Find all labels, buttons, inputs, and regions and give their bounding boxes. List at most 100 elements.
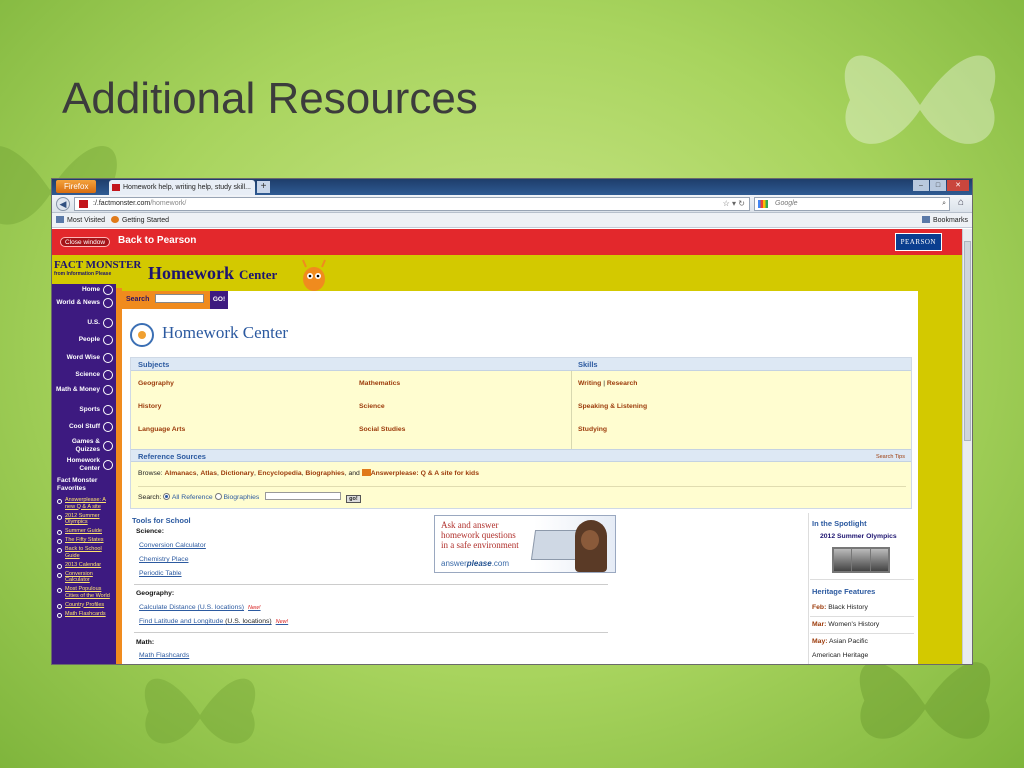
bookmarks-menu[interactable]: Bookmarks — [918, 213, 968, 228]
skill-link-writing[interactable]: Writing — [578, 380, 601, 387]
nav-home[interactable]: Home — [54, 284, 114, 295]
nav-us[interactable]: U.S. — [54, 317, 114, 328]
bookmark-most-visited[interactable]: Most Visited — [67, 217, 105, 224]
tool-link[interactable]: Periodic Table — [139, 570, 182, 577]
fact-monster-logo[interactable]: FACT MONSTER from Information Please — [54, 259, 141, 277]
search-icon[interactable]: ⌕ — [942, 198, 946, 210]
heritage-may-cont[interactable]: American Heritage — [812, 652, 868, 659]
new-badge: New! — [275, 619, 289, 625]
scrollbar-thumb[interactable] — [964, 241, 971, 441]
browser-tab[interactable]: Homework help, writing help, study skill… — [109, 180, 255, 195]
search-placeholder: Google — [775, 200, 798, 207]
tool-link[interactable]: Chemistry Place — [139, 556, 188, 563]
main-content: Search GO! Homework Center Subjects Skil… — [122, 291, 918, 664]
nav-word-wise[interactable]: Word Wise — [54, 352, 114, 363]
browser-screenshot: Firefox Homework help, writing help, stu… — [51, 178, 973, 665]
ref-link-biographies[interactable]: Biographies — [305, 470, 344, 477]
pearson-logo[interactable]: PEARSON — [894, 233, 942, 251]
ref-link-almanacs[interactable]: Almanacs — [164, 470, 196, 477]
slide-title: Additional Resources — [62, 74, 478, 123]
reference-go-button[interactable]: go! — [346, 495, 361, 503]
home-icon[interactable]: ⌂ — [954, 197, 968, 210]
heritage-may[interactable]: May: Asian Pacific — [812, 638, 868, 645]
divider — [810, 579, 914, 580]
ad-brand-b: please — [466, 559, 492, 568]
skill-link-speaking-listening[interactable]: Speaking & Listening — [578, 403, 647, 410]
new-tab-button[interactable]: + — [257, 181, 270, 193]
maximize-icon[interactable]: □ — [930, 180, 946, 191]
ref-link-encyclopedia[interactable]: Encyclopedia — [258, 470, 302, 477]
minimize-icon[interactable]: – — [913, 180, 929, 191]
favorite-link[interactable]: Math Flashcards — [56, 611, 114, 617]
olympics-link[interactable]: 2012 Summer Olympics — [820, 533, 897, 540]
tool-link[interactable]: Conversion Calculator — [139, 542, 206, 549]
nav-sports[interactable]: Sports — [54, 404, 114, 415]
logo-subtitle: from Information Please — [54, 271, 112, 277]
back-to-pearson-link[interactable]: Back to Pearson — [118, 235, 196, 246]
navigation-toolbar: ◀ :/.factmonster.com/homework/ ☆ ▾ ↻ Goo… — [52, 195, 972, 213]
ref-link-answerplease[interactable]: Answerplease: Q & A site for kids — [371, 470, 479, 477]
subject-link-mathematics[interactable]: Mathematics — [359, 380, 400, 387]
subject-link-language-arts[interactable]: Language Arts — [138, 426, 185, 433]
month: May: — [812, 638, 828, 645]
olympics-image[interactable] — [832, 547, 890, 573]
favorite-link[interactable]: Most Populous Cities of the World — [56, 586, 114, 599]
skill-link-research[interactable]: Research — [607, 380, 638, 387]
back-arrow-icon[interactable]: ◀ — [56, 197, 70, 211]
site-search-input[interactable] — [155, 294, 204, 303]
star-icon — [103, 317, 113, 328]
tools-heading: Tools for School — [132, 516, 191, 525]
butterfly-decoration-icon — [144, 678, 256, 744]
search-input[interactable]: Google ⌕ — [754, 197, 950, 211]
subject-link-history[interactable]: History — [138, 403, 161, 410]
nav-games-quizzes[interactable]: Games & Quizzes — [54, 438, 114, 453]
page-scrollbar[interactable] — [962, 229, 972, 664]
nav-science[interactable]: Science — [54, 369, 114, 380]
favorite-link[interactable]: Answerplease: A new Q & A site — [56, 497, 114, 510]
radio-all-reference-label: All Reference — [171, 494, 213, 501]
reference-search-input[interactable] — [265, 492, 342, 500]
favorite-link[interactable]: The Fifty States — [56, 537, 114, 544]
favorite-link[interactable]: 2013 Calendar — [56, 562, 114, 568]
favorite-link[interactable]: Country Profiles — [56, 602, 114, 608]
firefox-menu-button[interactable]: Firefox — [56, 180, 97, 193]
ref-link-atlas[interactable]: Atlas — [200, 470, 217, 477]
heritage-mar[interactable]: Mar: Women's History — [812, 621, 879, 628]
subject-link-geography[interactable]: Geography — [138, 380, 174, 387]
radio-biographies[interactable] — [214, 493, 222, 500]
student-photo — [575, 520, 607, 572]
skill-link-studying[interactable]: Studying — [578, 426, 607, 433]
favorite-link[interactable]: 2012 Summer Olympics — [56, 513, 114, 526]
nav-cool-stuff[interactable]: Cool Stuff — [54, 421, 114, 432]
nav-homework-center[interactable]: Homework Center — [54, 457, 114, 472]
favorite-link[interactable]: Summer Guide — [56, 528, 114, 535]
face-icon — [103, 334, 113, 345]
nav-world-news[interactable]: World & News — [54, 297, 114, 308]
nav-people[interactable]: People — [54, 334, 114, 345]
heritage-feb[interactable]: Feb: Black History — [812, 604, 868, 611]
subject-link-social-studies[interactable]: Social Studies — [359, 426, 405, 433]
separator: | — [603, 380, 605, 387]
answerplease-ad[interactable]: Ask and answer homework questions in a saf… — [434, 515, 616, 573]
reference-search-label: Search: — [138, 494, 162, 501]
photo-thumb — [852, 549, 870, 571]
tool-link-latlong[interactable]: Find Latitude and Longitude (U.S. locati… — [139, 618, 288, 625]
radio-all-reference[interactable] — [163, 493, 171, 500]
ref-link-dictionary[interactable]: Dictionary — [221, 470, 254, 477]
tool-link[interactable]: Math Flashcards — [139, 652, 189, 659]
nav-math-money[interactable]: Math & Money — [54, 384, 114, 395]
subject-link-science[interactable]: Science — [359, 403, 385, 410]
ad-line: homework questions — [441, 530, 516, 540]
plus-icon — [103, 384, 113, 395]
heritage-text: Asian Pacific — [829, 638, 868, 645]
divider — [808, 513, 809, 664]
favorite-link[interactable]: Back to School Guide — [56, 546, 114, 559]
close-icon[interactable]: ✕ — [947, 180, 969, 191]
tool-link-distance[interactable]: Calculate Distance (U.S. locations) New! — [139, 604, 261, 611]
bookmark-getting-started[interactable]: Getting Started — [122, 217, 169, 224]
favorite-link[interactable]: Conversion Calculator — [56, 571, 114, 584]
address-bar[interactable]: :/.factmonster.com/homework/ ☆ ▾ ↻ — [74, 197, 750, 211]
close-window-button[interactable]: Close window — [60, 237, 111, 247]
bookmark-star-icon[interactable]: ☆ ▾ ↻ — [723, 198, 745, 210]
site-search-go-button[interactable]: GO! — [210, 291, 228, 309]
